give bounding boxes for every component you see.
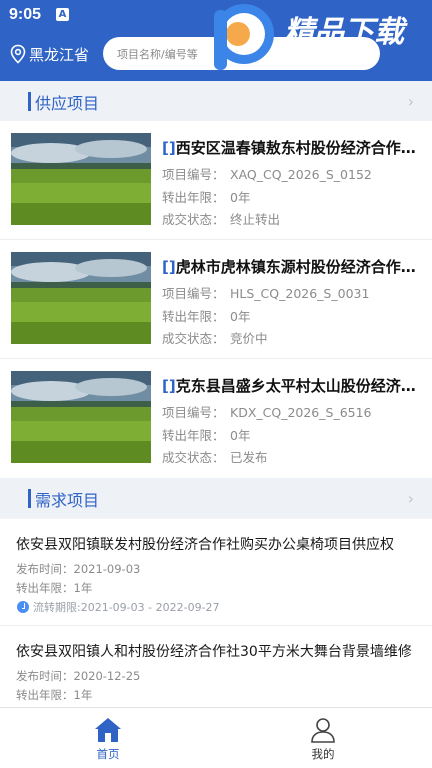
supply-item-status: 成交状态： 竞价中 xyxy=(162,331,268,346)
supply-item-years: 转出年限： 0年 xyxy=(162,428,251,443)
supply-item-title[interactable]: []虎林市虎林镇东源村股份经济合作社... xyxy=(162,256,424,277)
demand-item-publish-date: 发布时间：2021-09-03 xyxy=(16,562,141,576)
tab-mine-label: 我的 xyxy=(311,747,335,761)
tab-mine[interactable]: 我的 xyxy=(283,712,363,767)
bottom-tab-bar: 首页 我的 xyxy=(0,707,432,768)
field-thumbnail xyxy=(11,252,151,344)
search-placeholder: 项目名称/编号等 xyxy=(117,48,198,61)
supply-item-code: 项目编号： XAQ_CQ_2026_S_0152 xyxy=(162,167,372,182)
supply-item[interactable]: []克东县昌盛乡太平村太山股份经济合... 项目编号： KDX_CQ_2026_S… xyxy=(0,359,432,478)
demand-item-period: 流转期限:2021-09-03 - 2022-09-27 xyxy=(17,599,220,615)
demand-item[interactable]: 依安县双阳镇人和村股份经济合作社30平方米大舞台背景墙维修 发布时间：2020-… xyxy=(0,626,432,707)
supply-item-title[interactable]: []克东县昌盛乡太平村太山股份经济合... xyxy=(162,375,424,396)
section-accent-bar xyxy=(28,489,31,508)
clock-icon xyxy=(17,601,29,613)
demand-item-publish-date: 发布时间：2020-12-25 xyxy=(16,669,141,683)
city-selector[interactable]: 黑龙江省 xyxy=(29,44,89,65)
status-time: 9:05 xyxy=(9,6,42,23)
demand-item[interactable]: 依安县双阳镇联发村股份经济合作社购买办公桌椅项目供应权 发布时间：2021-09… xyxy=(0,519,432,626)
watermark-url: www.j9p.com xyxy=(284,46,349,58)
supply-item-code: 项目编号： HLS_CQ_2026_S_0031 xyxy=(162,286,370,301)
supply-item-code: 项目编号： KDX_CQ_2026_S_6516 xyxy=(162,405,372,420)
supply-section-title: 供应项目 xyxy=(35,94,100,113)
chevron-right-icon[interactable]: › xyxy=(408,489,414,508)
section-accent-bar xyxy=(28,92,31,111)
supply-item-status: 成交状态： 终止转出 xyxy=(162,212,281,227)
demand-section-title: 需求项目 xyxy=(35,491,100,510)
tab-home[interactable]: 首页 xyxy=(68,712,148,767)
demand-item-years: 转出年限：1年 xyxy=(16,581,93,595)
supply-item[interactable]: []西安区温春镇敖东村股份经济合作社... 项目编号： XAQ_CQ_2026_S… xyxy=(0,121,432,240)
field-thumbnail xyxy=(11,133,151,225)
supply-item-status: 成交状态： 已发布 xyxy=(162,450,268,465)
supply-item-title[interactable]: []西安区温春镇敖东村股份经济合作社... xyxy=(162,137,424,158)
notification-icon: A xyxy=(56,8,69,21)
watermark-title: 精品下载 xyxy=(284,15,404,50)
demand-item-title[interactable]: 依安县双阳镇联发村股份经济合作社购买办公桌椅项目供应权 xyxy=(16,534,394,554)
field-thumbnail xyxy=(11,371,151,463)
chevron-right-icon[interactable]: › xyxy=(408,92,414,111)
supply-list: []西安区温春镇敖东村股份经济合作社... 项目编号： XAQ_CQ_2026_S… xyxy=(0,121,432,479)
supply-item-years: 转出年限： 0年 xyxy=(162,309,251,324)
location-pin-icon[interactable] xyxy=(9,44,27,64)
demand-section-header[interactable]: 需求项目 › xyxy=(0,478,432,518)
watermark-logo xyxy=(214,4,274,70)
user-icon xyxy=(311,718,335,743)
demand-item-title[interactable]: 依安县双阳镇人和村股份经济合作社30平方米大舞台背景墙维修 xyxy=(16,641,412,661)
supply-item[interactable]: []虎林市虎林镇东源村股份经济合作社... 项目编号： HLS_CQ_2026_S… xyxy=(0,240,432,359)
home-icon xyxy=(95,718,121,742)
demand-item-years: 转出年限：1年 xyxy=(16,688,93,702)
supply-item-years: 转出年限： 0年 xyxy=(162,190,251,205)
app-header: 9:05 A 黑龙江省 项目名称/编号等 精品下载 www.j9p.com xyxy=(0,0,432,82)
tab-home-label: 首页 xyxy=(96,747,120,761)
supply-section-header[interactable]: 供应项目 › xyxy=(0,81,432,121)
demand-list: 依安县双阳镇联发村股份经济合作社购买办公桌椅项目供应权 发布时间：2021-09… xyxy=(0,519,432,707)
